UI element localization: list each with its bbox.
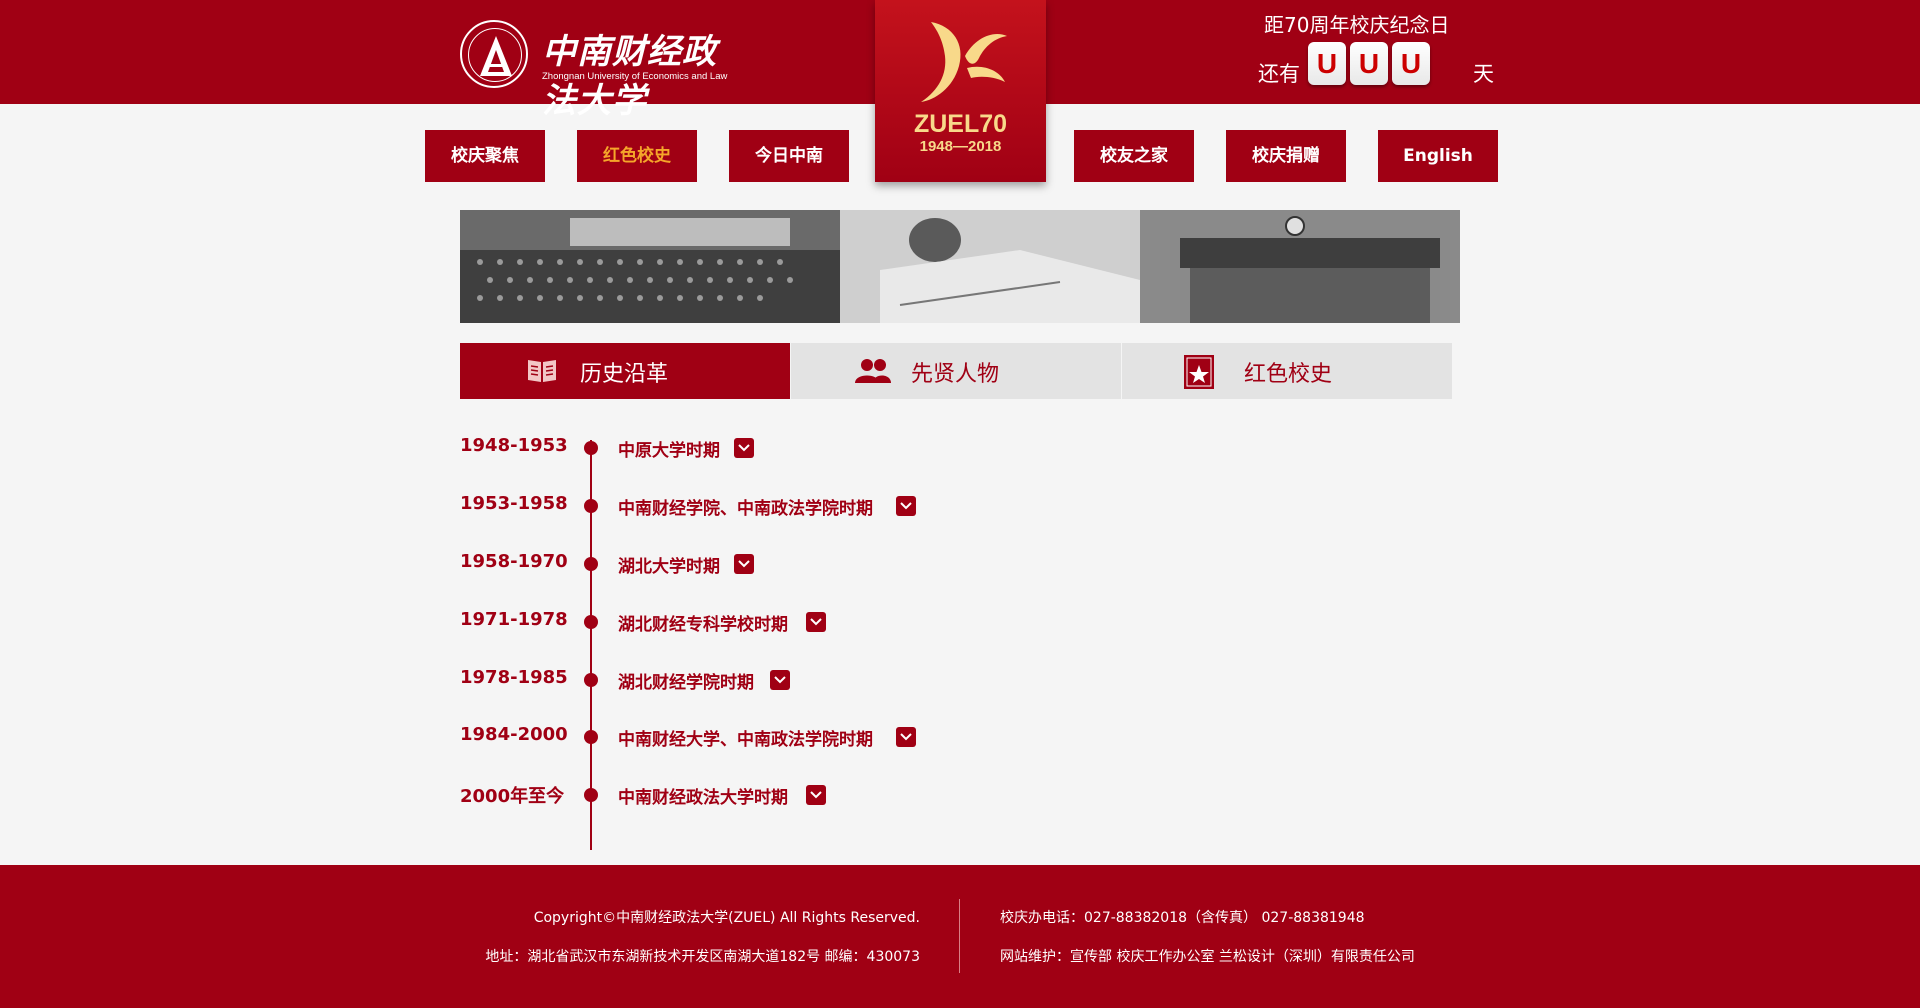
countdown-prefix: 还有 [1258,62,1300,86]
timeline-dot [584,730,598,744]
people-icon [855,359,891,383]
page-footer: Copyright©中南财经政法大学(ZUEL) All Rights Rese… [0,865,1920,1008]
timeline-period-name[interactable]: 湖北大学时期 [618,552,720,577]
timeline-period-name[interactable]: 中南财经大学、中南政法学院时期 [618,725,873,750]
expand-chevron-icon[interactable] [806,785,826,805]
history-tabs: 历史沿革 先贤人物 红色校史 [460,343,1452,399]
university-logo[interactable]: 中南财经政法大学 Zhongnan University of Economic… [460,20,745,121]
countdown-digit: U [1392,42,1430,85]
timeline-item[interactable]: 1958-1970 湖北大学时期 [460,549,1000,579]
timeline-period-name[interactable]: 湖北财经专科学校时期 [618,610,788,635]
expand-chevron-icon[interactable] [806,612,826,632]
timeline-item[interactable]: 2000年至今 中南财经政法大学时期 [460,780,1000,810]
timeline-years: 1953-1958 [460,493,568,514]
nav-focus[interactable]: 校庆聚焦 [425,130,545,182]
countdown-digit: U [1350,42,1388,85]
book-icon [528,360,556,382]
timeline-years: 2000年至今 [460,786,565,807]
badge-years: 1948—2018 [919,138,1002,155]
timeline-dot [584,788,598,802]
nav-alumni[interactable]: 校友之家 [1074,130,1194,182]
countdown-suffix: 天 [1473,62,1494,86]
badge-title: ZUEL70 [913,110,1008,138]
countdown-title: 距70周年校庆纪念日 [1264,13,1450,37]
anniversary-emblem-icon [921,22,1007,102]
timeline-years: 1948-1953 [460,435,568,456]
nav-english[interactable]: English [1378,130,1498,182]
university-seal-icon [460,20,528,88]
expand-chevron-icon[interactable] [734,554,754,574]
footer-phone: 校庆办电话：027-88382018（含传真） 027-88381948 [1000,910,1365,926]
anniversary-countdown: 距70周年校庆纪念日 还有 U U U 天 [1250,6,1494,90]
tab-red-history[interactable]: 红色校史 [1122,343,1452,399]
nav-today[interactable]: 今日中南 [729,130,849,182]
tab-label: 历史沿革 [580,362,669,387]
logo-english-name: Zhongnan University of Economics and Law [542,71,728,82]
tab-history-evolution[interactable]: 历史沿革 [460,343,790,399]
timeline-item[interactable]: 1984-2000 中南财经大学、中南政法学院时期 [460,722,1000,752]
footer-maintainer: 网站维护：宣传部 校庆工作办公室 兰松设计（深圳）有限责任公司 [1000,949,1415,965]
timeline-period-name[interactable]: 中南财经学院、中南政法学院时期 [618,494,873,519]
timeline-years: 1958-1970 [460,551,568,572]
timeline-item[interactable]: 1948-1953 中原大学时期 [460,433,1000,463]
timeline-period-name[interactable]: 中南财经政法大学时期 [618,783,788,808]
expand-chevron-icon[interactable] [770,670,790,690]
tab-label: 红色校史 [1244,362,1333,387]
timeline-dot [584,615,598,629]
countdown-digit: U [1308,42,1346,85]
timeline-item[interactable]: 1971-1978 湖北财经专科学校时期 [460,607,1000,637]
expand-chevron-icon[interactable] [896,727,916,747]
timeline-period-name[interactable]: 湖北财经学院时期 [618,668,754,693]
timeline-period-name[interactable]: 中原大学时期 [618,436,720,461]
nav-red-history[interactable]: 红色校史 [577,130,697,182]
timeline-years: 1978-1985 [460,667,568,688]
zuel70-badge[interactable]: ZUEL70 1948—2018 [875,0,1046,182]
timeline-dot [584,499,598,513]
red-book-star-icon [1184,355,1214,389]
timeline-years: 1971-1978 [460,609,568,630]
timeline-item[interactable]: 1978-1985 湖北财经学院时期 [460,665,1000,695]
expand-chevron-icon[interactable] [734,438,754,458]
footer-divider [959,899,960,973]
footer-copyright: Copyright©中南财经政法大学(ZUEL) All Rights Rese… [533,910,920,926]
expand-chevron-icon[interactable] [896,496,916,516]
timeline-dot [584,557,598,571]
timeline-years: 1984-2000 [460,724,568,745]
tab-label: 先贤人物 [911,362,1000,387]
footer-address: 地址：湖北省武汉市东湖新技术开发区南湖大道182号 邮编：430073 [485,949,920,965]
tab-pioneers[interactable]: 先贤人物 [791,343,1121,399]
timeline-dot [584,441,598,455]
timeline-dot [584,673,598,687]
history-banner-image [460,210,1460,323]
timeline-item[interactable]: 1953-1958 中南财经学院、中南政法学院时期 [460,491,1000,521]
nav-donation[interactable]: 校庆捐赠 [1226,130,1346,182]
